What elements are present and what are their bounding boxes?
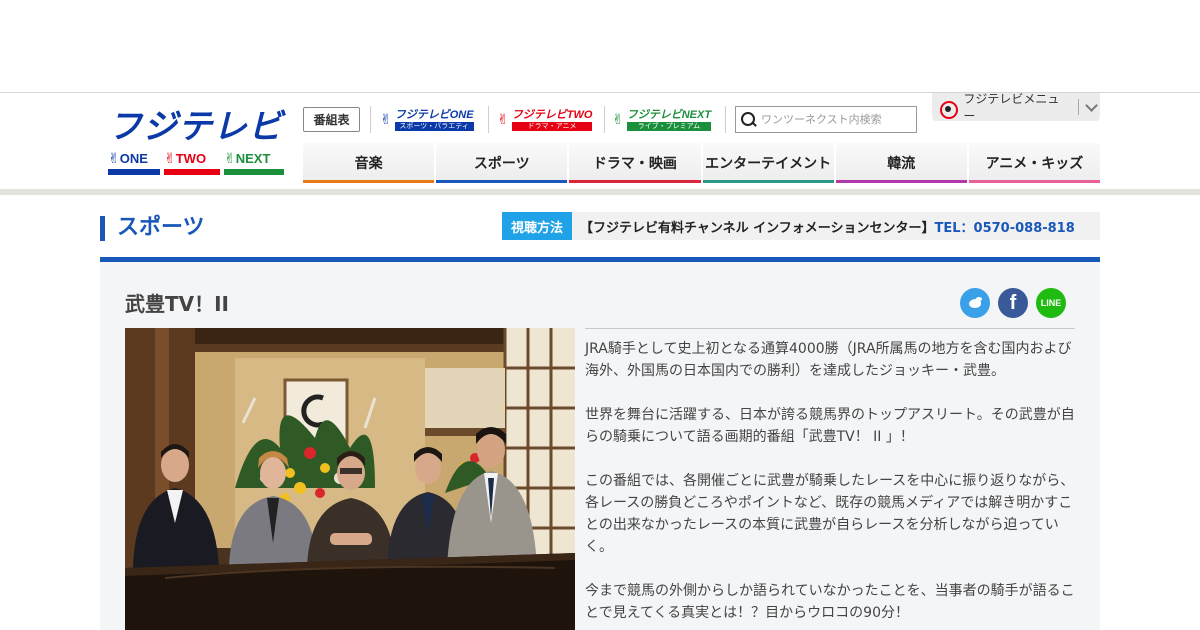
info-center-tel: TEL：0570-088-818 <box>934 220 1075 236</box>
peace-hand-icon: ✌ <box>380 112 392 128</box>
fuji-menu-label: フジテレビメニュー <box>963 92 1060 123</box>
viewing-method-link[interactable]: 視聴方法 <box>502 212 572 240</box>
info-center-name: 【フジテレビ有料チャンネル インフォメーションセンター】 <box>580 220 935 236</box>
program-photo <box>125 328 575 630</box>
fuji-eye-logo-icon <box>939 98 959 119</box>
description-paragraph: この番組では、各開催ごとに武豊が騎乗したレースを中心に振り返りながら、各レースの… <box>585 473 1075 555</box>
logo-channels: ✌ONE ✌TWO ✌NEXT <box>108 148 296 175</box>
title-accent-bar <box>100 216 105 241</box>
genre-nav: 音楽 スポーツ ドラマ・映画 エンターテイメント 韓流 アニメ・キッズ <box>303 143 1101 183</box>
menu-divider <box>1077 99 1079 115</box>
channel-two-name: フジテレビTWO <box>511 109 593 121</box>
description-paragraph: JRA騎手として史上初となる通算4000勝（JRA所属馬の地方を含む国内および海… <box>585 341 1072 379</box>
channel-one-name: フジテレビONE <box>394 109 474 121</box>
peace-hand-icon: ✌ <box>612 112 624 128</box>
channel-one-link[interactable]: ✌ フジテレビONE スポーツ・バラエティ <box>380 106 474 134</box>
channel-divider <box>725 106 726 133</box>
channel-two-sub: ドラマ・アニメ <box>511 122 593 131</box>
nav-drama-movie[interactable]: ドラマ・映画 <box>569 143 701 183</box>
search-input[interactable] <box>761 113 911 126</box>
info-center-text: 【フジテレビ有料チャンネル インフォメーションセンター】TEL：0570-088… <box>572 217 1075 236</box>
nav-anime-kids[interactable]: アニメ・キッズ <box>968 143 1101 183</box>
peace-hand-icon: ✌ <box>224 151 236 167</box>
page-header: スポーツ 視聴方法 【フジテレビ有料チャンネル インフォメーションセンター】TE… <box>100 212 1100 242</box>
nav-music[interactable]: 音楽 <box>303 143 435 183</box>
line-share-button[interactable]: LINE <box>1036 288 1066 318</box>
search-icon[interactable] <box>740 111 758 129</box>
nav-korean[interactable]: 韓流 <box>835 143 968 183</box>
site-search[interactable] <box>735 106 917 133</box>
fuji-tv-menu-toggle[interactable]: フジテレビメニュー <box>932 92 1100 123</box>
channel-next-sub: ライブ・プレミアム <box>626 122 712 131</box>
site-logo[interactable]: フジテレビ ✌ONE ✌TWO ✌NEXT <box>108 108 296 182</box>
channel-one-sub: スポーツ・バラエティ <box>394 122 474 131</box>
nav-entertainment[interactable]: エンターテイメント <box>702 143 834 183</box>
channel-divider <box>370 106 371 133</box>
logo-two: ✌TWO <box>164 148 220 175</box>
page-title: スポーツ <box>117 215 205 240</box>
twitter-bird-icon <box>967 297 983 309</box>
twitter-share-button[interactable] <box>960 288 990 318</box>
program-card: 武豊TV！II f LINE JRA騎手として史上初となる通算4000勝（JRA… <box>100 262 1100 630</box>
logo-next-bar <box>224 169 284 175</box>
description-paragraph: 世界を舞台に活躍する、日本が誇る競馬界のトップアスリート。その武豊が自らの騎乗に… <box>585 407 1075 445</box>
logo-two-bar <box>164 169 220 175</box>
channel-two-link[interactable]: ✌ フジテレビTWO ドラマ・アニメ <box>497 106 593 134</box>
channel-next-name: フジテレビNEXT <box>626 109 712 121</box>
description-paragraph: 今まで競馬の外側からしか語られていなかったことを、当事者の騎手が語ることで見えて… <box>585 583 1075 621</box>
peace-hand-icon: ✌ <box>497 112 509 128</box>
program-description: JRA騎手として史上初となる通算4000勝（JRA所属馬の地方を含む国内および海… <box>585 338 1077 630</box>
channel-divider <box>488 106 489 133</box>
nav-sports[interactable]: スポーツ <box>436 143 568 183</box>
logo-next: ✌NEXT <box>224 148 284 175</box>
top-ad-space <box>0 0 1200 92</box>
chevron-down-icon[interactable] <box>1081 97 1100 117</box>
facebook-share-button[interactable]: f <box>998 288 1028 318</box>
logo-one-bar <box>108 169 160 175</box>
channel-next-link[interactable]: ✌ フジテレビNEXT ライブ・プレミアム <box>612 106 712 134</box>
logo-main-text: フジテレビ <box>108 107 283 147</box>
header-bottom-rule <box>0 189 1200 195</box>
program-guide-button[interactable]: 番組表 <box>303 107 360 132</box>
peace-hand-icon: ✌ <box>108 151 120 167</box>
peace-hand-icon: ✌ <box>164 151 176 167</box>
info-bar: 視聴方法 【フジテレビ有料チャンネル インフォメーションセンター】TEL：057… <box>502 212 1100 240</box>
program-title: 武豊TV！II <box>125 292 230 316</box>
logo-one: ✌ONE <box>108 148 160 175</box>
description-rule <box>585 328 1075 329</box>
channel-divider <box>604 106 605 133</box>
